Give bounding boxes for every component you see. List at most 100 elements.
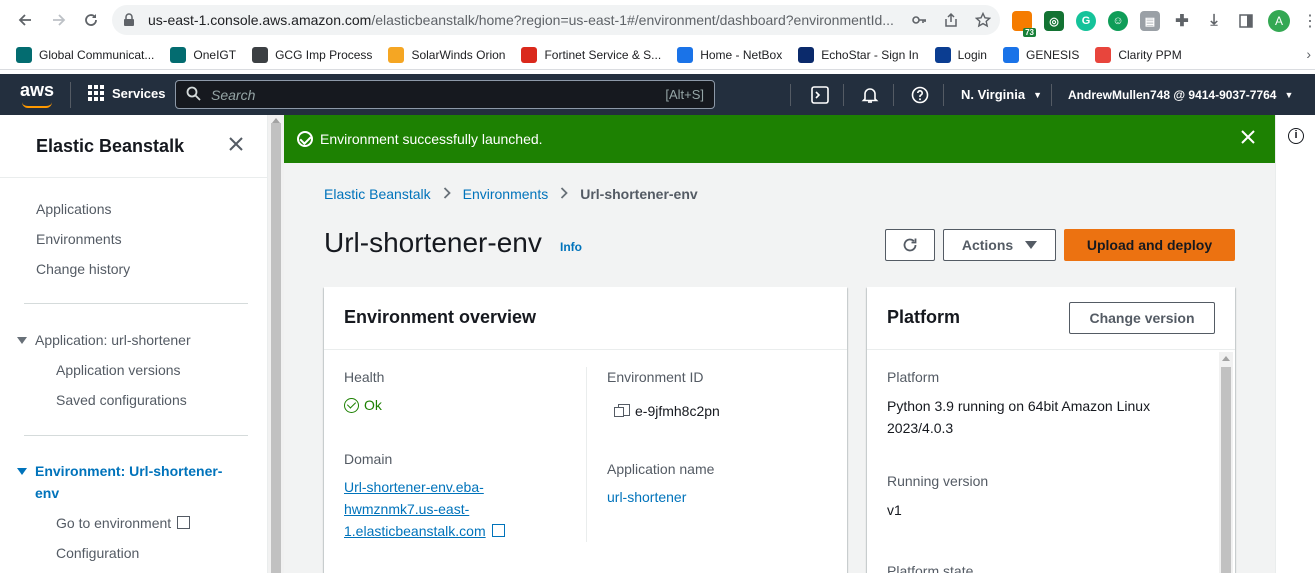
- echostar-icon: [798, 46, 815, 63]
- platform-heading: Platform: [887, 307, 961, 327]
- environment-id-value: e-9jfmh8c2pn: [635, 403, 720, 419]
- environment-id-label: Environment ID: [607, 369, 704, 385]
- sidebar-item-configuration[interactable]: Configuration: [56, 545, 139, 561]
- bookmark-item[interactable]: GENESIS: [1002, 46, 1080, 63]
- key-icon[interactable]: [910, 11, 928, 29]
- share-icon[interactable]: [942, 11, 960, 29]
- extension-gray-icon[interactable]: ▤: [1140, 11, 1160, 31]
- environment-overview-card: Environment overview Health Ok Domain Ur…: [324, 287, 847, 573]
- running-version-value: v1: [887, 502, 902, 518]
- grammarly-icon[interactable]: G: [1076, 11, 1096, 31]
- forward-icon[interactable]: [44, 5, 74, 35]
- chrome-menu-icon[interactable]: ⋮: [1302, 11, 1315, 31]
- sidebar-item-change-history[interactable]: Change history: [36, 261, 130, 277]
- sidebar-item-application-versions[interactable]: Application versions: [56, 362, 181, 378]
- download-icon[interactable]: ⤓: [1204, 11, 1224, 31]
- aws-search-input[interactable]: Search [Alt+S]: [175, 80, 715, 109]
- breadcrumb-environments[interactable]: Environments: [463, 186, 549, 202]
- platform-line-2: 2023/4.0.3: [887, 420, 954, 436]
- sidepanel-icon[interactable]: [1236, 11, 1256, 31]
- bookmark-star-icon[interactable]: [974, 11, 992, 29]
- sidebar-item-applications[interactable]: Applications: [36, 201, 112, 217]
- extensions-puzzle-icon[interactable]: ✚: [1172, 11, 1192, 31]
- aws-logo[interactable]: aws: [20, 80, 54, 108]
- bookmark-item[interactable]: SolarWinds Orion: [388, 46, 505, 63]
- globe-icon: [252, 46, 269, 63]
- bookmark-label: GENESIS: [1025, 47, 1080, 62]
- region-selector[interactable]: N. Virginia ▼: [961, 74, 1042, 115]
- services-menu[interactable]: Services: [88, 85, 166, 101]
- extension-badge-count: 73: [1023, 28, 1036, 37]
- application-name-link[interactable]: url-shortener: [607, 489, 686, 505]
- success-flash-banner: Environment successfully launched.: [284, 115, 1275, 163]
- collapse-application-icon[interactable]: [17, 337, 27, 344]
- health-label: Health: [344, 369, 385, 385]
- main-content: Environment successfully launched. Elast…: [284, 115, 1275, 573]
- domain-line-2: hwmznmk7.us-east-: [344, 501, 470, 517]
- breadcrumb-elastic-beanstalk[interactable]: Elastic Beanstalk: [324, 186, 431, 202]
- help-icon[interactable]: [910, 85, 930, 105]
- upload-and-deploy-button[interactable]: Upload and deploy: [1064, 229, 1235, 261]
- bookmarks-overflow-icon[interactable]: ›: [1306, 46, 1311, 62]
- robot-extension-icon[interactable]: ☺: [1108, 11, 1128, 31]
- bookmark-item[interactable]: OneIGT: [170, 46, 236, 63]
- browser-toolbar: us-east-1.console.aws.amazon.com/elastic…: [0, 0, 1315, 40]
- bookmark-item[interactable]: GCG Imp Process: [252, 46, 372, 63]
- sidebar-item-saved-configurations[interactable]: Saved configurations: [56, 392, 187, 408]
- health-status: Ok: [344, 397, 382, 413]
- refresh-button[interactable]: [885, 229, 935, 261]
- bookmark-item[interactable]: Fortinet Service & S...: [521, 46, 661, 63]
- sidebar-section-application[interactable]: Application: url-shortener: [35, 332, 191, 348]
- copy-icon[interactable]: [614, 404, 630, 417]
- cloudshell-icon[interactable]: [810, 85, 830, 105]
- health-value: Ok: [364, 397, 382, 413]
- actions-dropdown[interactable]: Actions: [943, 229, 1056, 261]
- sidebar-scrollbar[interactable]: [268, 115, 284, 573]
- sidebar-title: Elastic Beanstalk: [36, 136, 185, 156]
- platform-card: Platform Change version Platform Python …: [867, 287, 1235, 573]
- external-link-icon: [491, 524, 505, 537]
- account-menu[interactable]: AndrewMullen748 @ 9414-9037-7764 ▼: [1068, 74, 1293, 115]
- application-name-label: Application name: [607, 461, 715, 477]
- sidebar-item-go-to-environment[interactable]: Go to environment: [56, 515, 191, 531]
- sidebar-item-environments[interactable]: Environments: [36, 231, 122, 247]
- address-bar[interactable]: us-east-1.console.aws.amazon.com/elastic…: [112, 5, 1000, 35]
- dismiss-flash-icon[interactable]: [1240, 126, 1256, 150]
- running-version-label: Running version: [887, 473, 989, 489]
- right-help-rail: i: [1275, 115, 1315, 573]
- info-link[interactable]: Info: [560, 240, 582, 254]
- bookmark-item[interactable]: Home - NetBox: [677, 46, 782, 63]
- success-check-icon: [297, 131, 313, 147]
- bookmark-item[interactable]: EchoStar - Sign In: [798, 46, 919, 63]
- search-placeholder: Search: [211, 86, 256, 103]
- notifications-bell-icon[interactable]: [860, 85, 880, 105]
- lens-extension-icon[interactable]: ◎: [1044, 11, 1064, 31]
- domain-link[interactable]: Url-shortener-env.eba- hwmznmk7.us-east-…: [344, 476, 505, 542]
- clarity-icon: [1095, 46, 1112, 63]
- collapse-environment-icon[interactable]: [17, 468, 27, 475]
- close-sidebar-icon[interactable]: [228, 135, 244, 155]
- bookmarks-bar: Global Communicat... OneIGT GCG Imp Proces…: [0, 40, 1315, 70]
- bookmark-item[interactable]: Clarity PPM: [1095, 46, 1182, 63]
- extension-badge-icon[interactable]: 73: [1012, 11, 1036, 37]
- account-label: AndrewMullen748 @ 9414-9037-7764: [1068, 87, 1277, 102]
- solarwinds-icon: [388, 46, 405, 63]
- ok-check-icon: [344, 397, 359, 413]
- bookmark-item[interactable]: Login: [934, 46, 987, 63]
- domain-line-3: 1.elasticbeanstalk.com: [344, 523, 486, 539]
- info-panel-icon[interactable]: i: [1288, 128, 1304, 144]
- go-to-environment-label: Go to environment: [56, 515, 172, 531]
- account-caret-icon: ▼: [1284, 89, 1294, 100]
- sharepoint-icon: [170, 46, 187, 63]
- change-version-button[interactable]: Change version: [1069, 302, 1215, 334]
- sidebar-section-environment[interactable]: Environment: Url-shortener-env: [35, 460, 235, 504]
- bookmark-item[interactable]: Global Communicat...: [16, 46, 154, 63]
- back-icon[interactable]: [10, 5, 40, 35]
- services-label: Services: [112, 85, 166, 101]
- platform-card-scrollbar[interactable]: [1219, 352, 1233, 573]
- sharepoint-icon: [16, 46, 32, 63]
- profile-avatar[interactable]: A: [1268, 10, 1290, 32]
- search-shortcut: [Alt+S]: [665, 87, 704, 102]
- reload-icon[interactable]: [76, 5, 106, 35]
- region-label: N. Virginia: [961, 87, 1026, 102]
